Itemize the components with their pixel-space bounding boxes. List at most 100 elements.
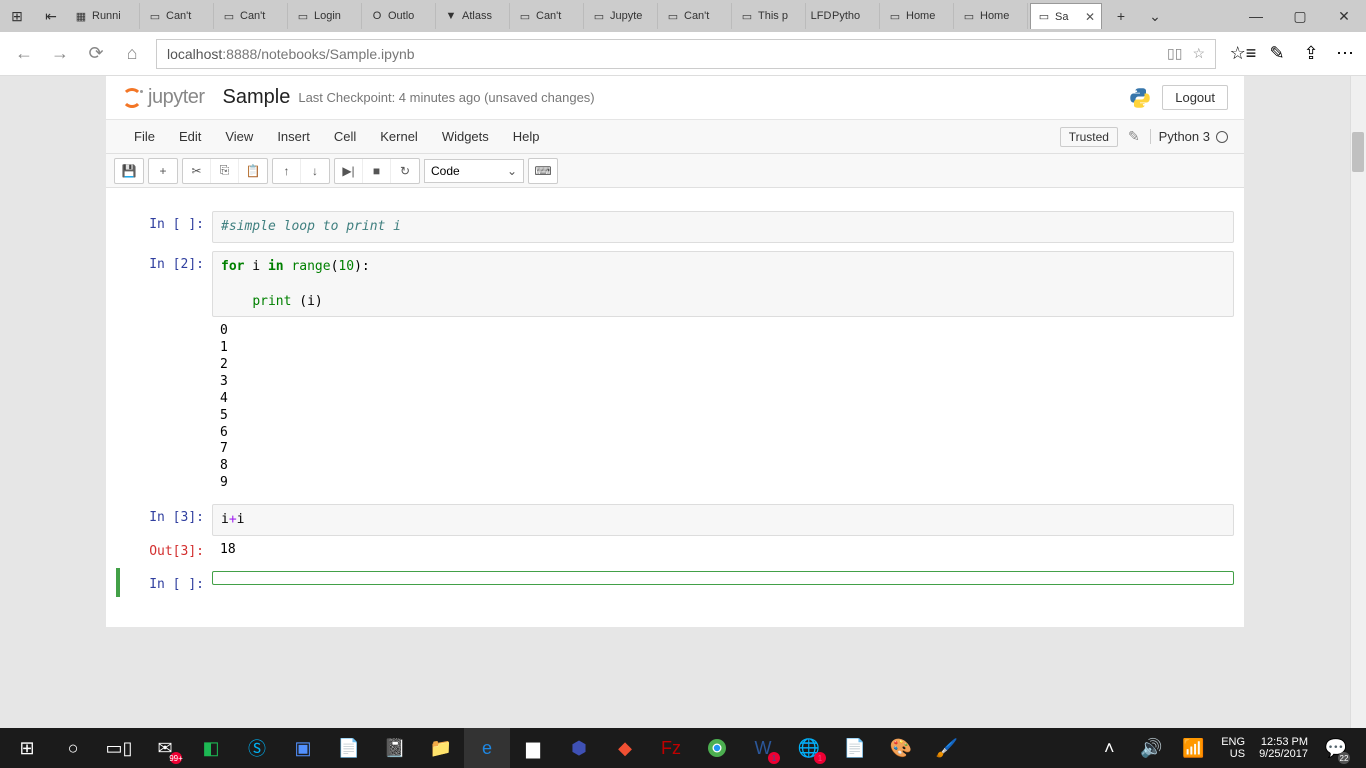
browser-tab[interactable]: ▭This p — [734, 3, 806, 29]
notebook-cell[interactable]: In [ ]:#simple loop to print i — [116, 208, 1234, 248]
menu-help[interactable]: Help — [501, 125, 552, 148]
logout-button[interactable]: Logout — [1162, 85, 1228, 110]
refresh-button[interactable]: ⟳ — [78, 36, 114, 72]
sticky-notes-icon[interactable]: 📓 — [372, 728, 418, 768]
world-icon[interactable]: 🌐1 — [786, 728, 832, 768]
paste-icon[interactable]: 📋 — [239, 159, 267, 183]
browser-tab[interactable]: ▭Login — [290, 3, 362, 29]
back-button[interactable]: ← — [6, 36, 42, 72]
code-input[interactable]: for i in range(10): print (i) — [212, 251, 1234, 318]
vertical-scrollbar[interactable] — [1350, 76, 1366, 728]
tab-label: Login — [314, 10, 341, 22]
home-button[interactable]: ⌂ — [114, 36, 150, 72]
menu-kernel[interactable]: Kernel — [368, 125, 430, 148]
command-palette-icon[interactable]: ⌨ — [529, 159, 557, 183]
network-icon[interactable]: 📶 — [1173, 728, 1213, 768]
action-center-icon[interactable]: 💬22 — [1316, 728, 1356, 768]
palette-icon[interactable]: 🖌️ — [924, 728, 970, 768]
code-input[interactable]: i+i — [212, 504, 1234, 536]
menu-cell[interactable]: Cell — [322, 125, 368, 148]
share-icon[interactable]: ⇪ — [1296, 39, 1326, 69]
word-icon[interactable]: W1 — [740, 728, 786, 768]
browser-tab[interactable]: OOutlo — [364, 3, 436, 29]
clock[interactable]: 12:53 PM 9/25/2017 — [1253, 736, 1314, 760]
menu-view[interactable]: View — [213, 125, 265, 148]
new-tab-button[interactable]: + — [1104, 0, 1138, 32]
add-cell-icon[interactable]: + — [149, 159, 177, 183]
app-3d-icon[interactable]: ⬢ — [556, 728, 602, 768]
notebook-cell[interactable]: In [3]:i+iOut[3]:18 — [116, 501, 1234, 567]
cortana-icon[interactable]: ○ — [50, 728, 96, 768]
task-view-icon[interactable]: ⊞ — [0, 0, 34, 32]
python-logo-icon — [1128, 86, 1152, 110]
notebook-cell[interactable]: In [ ]: — [116, 568, 1234, 597]
stop-icon[interactable]: ■ — [363, 159, 391, 183]
menu-file[interactable]: File — [122, 125, 167, 148]
notes-icon[interactable]: ✎ — [1262, 39, 1292, 69]
copy-icon[interactable]: ⎘ — [211, 159, 239, 183]
mail-app-icon[interactable]: ✉99+ — [142, 728, 188, 768]
git-icon[interactable]: ◆ — [602, 728, 648, 768]
menu-widgets[interactable]: Widgets — [430, 125, 501, 148]
favorites-hub-icon[interactable]: ☆≡ — [1228, 39, 1258, 69]
menu-edit[interactable]: Edit — [167, 125, 213, 148]
tab-close-icon[interactable]: ✕ — [1085, 10, 1095, 24]
browser-tab[interactable]: ▭Can't — [142, 3, 214, 29]
volume-icon[interactable]: 🔊 — [1131, 728, 1171, 768]
jupyter-logo[interactable]: jupyter — [122, 86, 205, 109]
browser-tab[interactable]: ▭Can't — [512, 3, 584, 29]
close-window-button[interactable]: ✕ — [1322, 0, 1366, 32]
paint-icon[interactable]: 🎨 — [878, 728, 924, 768]
notepadpp-icon[interactable]: 📄 — [326, 728, 372, 768]
file-explorer-icon[interactable]: 📁 — [418, 728, 464, 768]
browser-tab[interactable]: ▭Home — [882, 3, 954, 29]
code-input[interactable]: #simple loop to print i — [212, 211, 1234, 243]
minimize-button[interactable]: — — [1234, 0, 1278, 32]
kernel-indicator[interactable]: Python 3 — [1150, 129, 1228, 144]
browser-tab[interactable]: ▭Jupyte — [586, 3, 658, 29]
browser-tab[interactable]: ▼Atlass — [438, 3, 510, 29]
task-view2-icon[interactable]: ⇤ — [34, 0, 68, 32]
tab-favicon: ▭ — [888, 9, 902, 23]
forward-button[interactable]: → — [42, 36, 78, 72]
powershell-icon[interactable]: ▣ — [280, 728, 326, 768]
browser-tab[interactable]: ▭Can't — [216, 3, 288, 29]
cmd-icon[interactable]: ▆ — [510, 728, 556, 768]
tab-dropdown-icon[interactable]: ⌄ — [1138, 0, 1172, 32]
tray-expand-icon[interactable]: ˄ — [1089, 728, 1129, 768]
browser-tab[interactable]: ▭Can't — [660, 3, 732, 29]
browser-tab[interactable]: ▦Runni — [68, 3, 140, 29]
notebook-title[interactable]: Sample — [223, 86, 291, 109]
edge-icon[interactable]: e — [464, 728, 510, 768]
cell-type-select[interactable]: Code — [424, 159, 524, 183]
scroll-thumb[interactable] — [1352, 132, 1364, 172]
move-down-icon[interactable]: ↓ — [301, 159, 329, 183]
restart-icon[interactable]: ↻ — [391, 159, 419, 183]
task-view-icon[interactable]: ▭▯ — [96, 728, 142, 768]
browser-tab[interactable]: ▭Sa✕ — [1030, 3, 1102, 29]
app-doc-icon[interactable]: 📄 — [832, 728, 878, 768]
maximize-button[interactable]: ▢ — [1278, 0, 1322, 32]
notebook-cell[interactable]: In [2]:for i in range(10): print (i)0 1 … — [116, 248, 1234, 502]
filezilla-icon[interactable]: Fz — [648, 728, 694, 768]
skype-icon[interactable]: Ⓢ — [234, 728, 280, 768]
code-input[interactable] — [212, 571, 1234, 585]
start-button[interactable]: ⊞ — [4, 728, 50, 768]
browser-tab[interactable]: LFDPytho — [808, 3, 880, 29]
run-icon[interactable]: ▶| — [335, 159, 363, 183]
reading-view-icon[interactable]: ▯▯ — [1167, 45, 1182, 62]
browser-tab[interactable]: ▭Home — [956, 3, 1028, 29]
trusted-badge[interactable]: Trusted — [1060, 127, 1118, 147]
favorite-icon[interactable]: ☆ — [1192, 45, 1205, 62]
edit-pencil-icon[interactable]: ✎ — [1128, 128, 1140, 145]
language-indicator[interactable]: ENG US — [1215, 736, 1251, 760]
tab-favicon: ▭ — [518, 9, 532, 23]
chrome-icon[interactable] — [694, 728, 740, 768]
save-icon[interactable]: 💾 — [115, 159, 143, 183]
move-up-icon[interactable]: ↑ — [273, 159, 301, 183]
more-icon[interactable]: ⋯ — [1330, 39, 1360, 69]
menu-insert[interactable]: Insert — [265, 125, 322, 148]
cut-icon[interactable]: ✂ — [183, 159, 211, 183]
address-input[interactable]: localhost:8888/notebooks/Sample.ipynb ▯▯… — [156, 39, 1216, 69]
app-icon[interactable]: ◧ — [188, 728, 234, 768]
